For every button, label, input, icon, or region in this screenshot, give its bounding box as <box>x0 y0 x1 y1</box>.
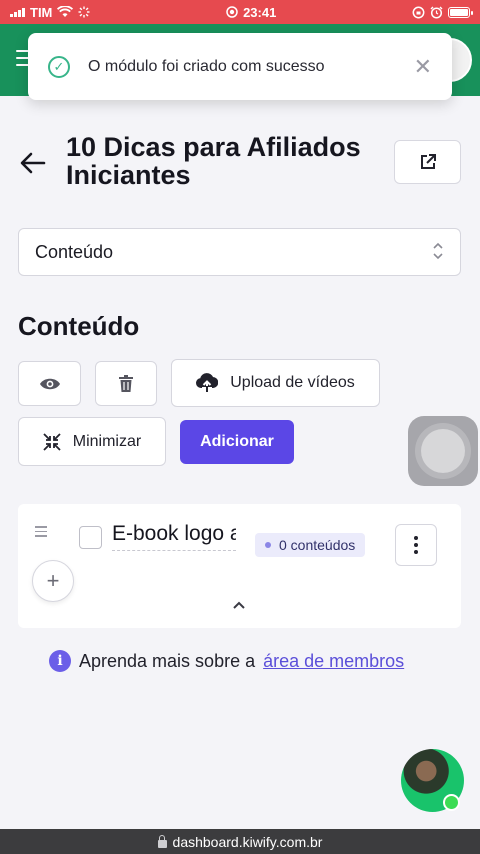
assistive-touch-button[interactable] <box>408 416 478 486</box>
delete-button[interactable] <box>95 361 157 406</box>
more-options-button[interactable] <box>395 524 437 566</box>
members-area-info: i Aprenda mais sobre a área de membros <box>49 650 404 672</box>
section-select[interactable]: Conteúdo <box>18 228 461 276</box>
chevron-up-down-icon <box>432 241 444 263</box>
cloud-upload-icon <box>196 373 219 392</box>
wifi-icon <box>57 6 74 17</box>
minimize-button[interactable]: Minimizar <box>18 417 166 466</box>
toast-message: O módulo foi criado com sucesso <box>88 57 325 75</box>
upload-videos-label: Upload de vídeos <box>230 374 355 391</box>
clock-time: 23:41 <box>243 4 277 20</box>
content-count-badge: 0 conteúdos <box>255 533 366 557</box>
success-toast: ✓ O módulo foi criado com sucesso ✕ <box>28 33 452 100</box>
screen-record-icon <box>226 6 238 18</box>
info-text: Aprenda mais sobre a <box>79 650 256 671</box>
module-checkbox[interactable] <box>79 526 102 549</box>
status-bar: TIM 23:41 <box>0 0 480 24</box>
info-icon: i <box>49 650 71 672</box>
add-content-button[interactable]: + <box>32 560 74 602</box>
loading-icon <box>78 6 90 18</box>
content-count-label: 0 conteúdos <box>279 537 356 553</box>
rotation-lock-icon <box>412 6 425 18</box>
module-name[interactable]: E-book logo a <box>112 522 236 551</box>
trash-icon <box>119 374 133 392</box>
browser-url-bar[interactable]: dashboard.kiwify.com.br <box>0 829 480 854</box>
drag-handle-icon[interactable] <box>35 526 47 540</box>
minimize-label: Minimizar <box>72 432 142 450</box>
eye-icon <box>39 378 60 389</box>
members-area-link[interactable]: área de membros <box>263 651 404 672</box>
content-heading: Conteúdo <box>18 311 140 341</box>
minimize-icon <box>43 432 61 451</box>
back-arrow-icon[interactable] <box>18 148 48 178</box>
upload-videos-button[interactable]: Upload de vídeos <box>171 359 380 407</box>
url-text: dashboard.kiwify.com.br <box>172 833 323 850</box>
section-select-value: Conteúdo <box>35 241 114 262</box>
carrier-label: TIM <box>30 4 53 20</box>
chevron-up-icon[interactable] <box>231 598 247 610</box>
add-button[interactable]: Adicionar <box>180 420 294 464</box>
module-card: E-book logo a 0 conteúdos + <box>18 504 461 628</box>
lock-icon <box>157 834 167 848</box>
battery-icon <box>447 6 473 18</box>
online-status-indicator <box>443 794 460 811</box>
signal-icon <box>10 7 25 17</box>
page-title: 10 Dicas para Afiliados Iniciantes <box>66 132 361 190</box>
close-icon[interactable]: ✕ <box>414 54 432 80</box>
open-external-button[interactable] <box>394 140 461 184</box>
alarm-icon <box>430 6 443 19</box>
check-circle-icon: ✓ <box>48 55 70 78</box>
preview-button[interactable] <box>18 361 81 406</box>
external-link-icon <box>420 154 436 169</box>
